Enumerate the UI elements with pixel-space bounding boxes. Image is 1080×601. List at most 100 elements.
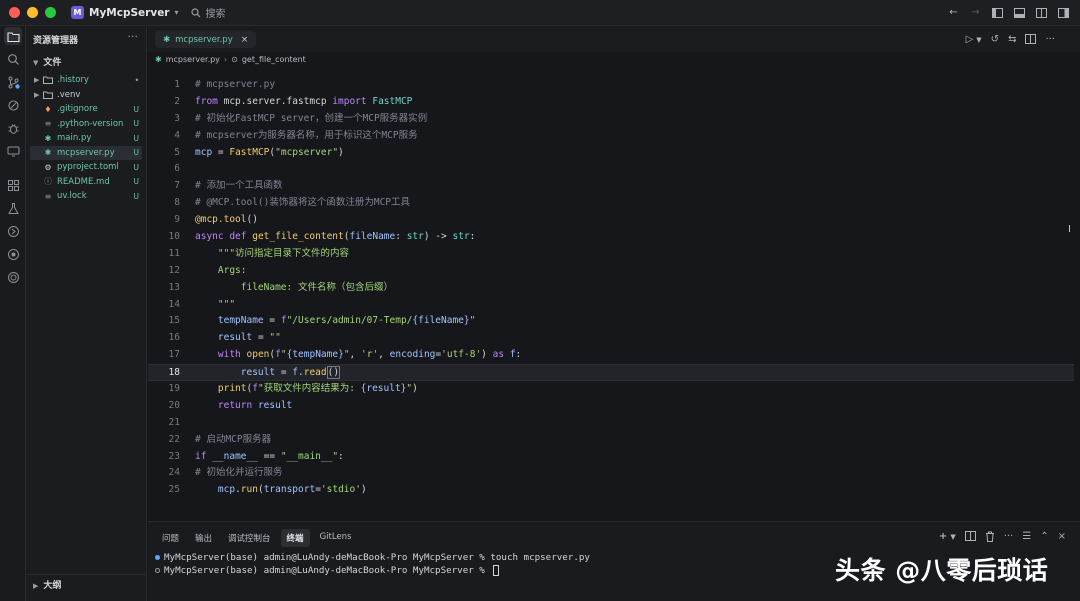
outline-section-header[interactable]: ▶ 大纲	[33, 578, 61, 591]
debug-icon[interactable]	[4, 119, 22, 137]
file-item-gitignore[interactable]: ♦ .gitignore U	[30, 102, 142, 116]
panel-layout-icon[interactable]: ☰	[1022, 531, 1031, 545]
toggle-sidebar-icon[interactable]	[991, 6, 1004, 19]
docker-icon[interactable]	[4, 245, 22, 263]
git-status: U	[133, 104, 140, 114]
split-editor-icon[interactable]	[1025, 34, 1037, 47]
panel-actions: + ▼ ··· ☰ ⌃ ×	[939, 531, 1066, 545]
file-item-history[interactable]: ▶ .history •	[30, 73, 142, 87]
back-arrow-icon[interactable]: ←	[947, 6, 960, 19]
python-file-icon: ✱	[44, 133, 52, 143]
python-file-icon: ✱	[155, 55, 162, 64]
file-item-main-py[interactable]: ✱ main.py U	[30, 131, 142, 145]
ai-assistant-icon[interactable]	[4, 268, 22, 286]
chevron-right-icon: ▶	[34, 90, 40, 99]
minimize-window-button[interactable]	[27, 7, 38, 18]
testing-flask-icon[interactable]	[4, 199, 22, 217]
tab-debug-console[interactable]: 调试控制台	[222, 529, 277, 547]
close-icon[interactable]: ×	[241, 35, 249, 45]
code-line: 21	[168, 416, 180, 428]
file-name: .venv	[57, 89, 81, 100]
file-name: .gitignore	[57, 104, 98, 114]
code-line: 6	[174, 163, 180, 175]
code-line: 22 # 启动MCP服务器	[168, 433, 272, 445]
source-control-icon[interactable]	[4, 73, 22, 91]
toggle-secondary-sidebar-icon[interactable]	[1035, 6, 1048, 19]
editor-actions: ▷ ▼ ↺ ⇆ ···	[966, 34, 1055, 47]
git-status: U	[133, 133, 140, 143]
chevron-right-icon: ▶	[34, 76, 40, 84]
timeline-icon[interactable]	[4, 222, 22, 240]
breadcrumb-file[interactable]: mcpserver.py	[166, 55, 220, 64]
search-icon	[190, 7, 200, 17]
file-item-mcpserver-py[interactable]: ✱ mcpserver.py U	[30, 145, 142, 160]
chevron-down-icon[interactable]: ▾	[175, 8, 179, 17]
gitlens-icon[interactable]	[4, 96, 22, 114]
new-terminal-icon[interactable]: +	[939, 531, 947, 545]
terminal-cursor	[493, 565, 500, 576]
run-icon[interactable]: ▷	[966, 34, 974, 47]
tab-problems[interactable]: 问题	[156, 529, 185, 547]
gear-icon: ⚙	[44, 162, 52, 172]
forward-arrow-icon[interactable]: →	[969, 6, 982, 19]
customize-layout-icon[interactable]	[1057, 6, 1070, 19]
more-actions-icon[interactable]: ···	[1045, 34, 1055, 47]
tab-terminal[interactable]: 终端	[280, 529, 310, 547]
more-actions-icon[interactable]: ···	[1004, 531, 1014, 545]
chevron-down-icon[interactable]: ▼	[950, 533, 955, 545]
chevron-down-icon[interactable]: ▼	[976, 36, 981, 47]
file-item-pyproject[interactable]: ⚙ pyproject.toml U	[30, 160, 142, 174]
git-status: U	[133, 191, 140, 201]
file-item-readme[interactable]: ⓘ README.md U	[30, 175, 142, 189]
more-actions-icon[interactable]: ···	[128, 30, 139, 43]
watermark: 头条 @八零后琐话	[835, 556, 1049, 585]
close-window-button[interactable]	[9, 7, 20, 18]
history-icon[interactable]: ↺	[991, 34, 999, 47]
function-icon: ⊙	[231, 55, 238, 64]
split-terminal-icon[interactable]	[964, 531, 976, 545]
code-editor[interactable]: 1 # mcpserver.py 2 from mcp.server.fastmcp…	[148, 77, 1080, 499]
title-actions: ← →	[947, 6, 1070, 19]
tab-output[interactable]: 输出	[189, 529, 218, 547]
file-item-venv[interactable]: ▶ .venv	[30, 88, 142, 102]
maximize-window-button[interactable]	[45, 7, 56, 18]
explorer-icon[interactable]	[4, 27, 22, 45]
file-item-python-version[interactable]: ≡ .python-version U	[30, 117, 142, 131]
close-panel-icon[interactable]: ×	[1058, 531, 1066, 545]
code-line: 14 """	[168, 298, 236, 310]
file-name: main.py	[57, 133, 92, 143]
file-name: .history	[57, 75, 89, 85]
command-search[interactable]: 搜索	[190, 5, 226, 20]
files-section-header[interactable]: ▼ 文件	[33, 55, 61, 68]
file-item-uv-lock[interactable]: ≡ uv.lock U	[30, 189, 142, 203]
code-line: 16 result = ""	[168, 332, 281, 344]
code-line: 17 with open(f"{tempName}", 'r', encodin…	[168, 349, 522, 361]
editor-tab-bar: ✱ mcpserver.py × ▷ ▼ ↺ ⇆ ···	[148, 26, 1080, 52]
tab-gitlens[interactable]: GitLens	[314, 529, 358, 547]
trash-icon[interactable]	[985, 531, 995, 545]
extensions-icon[interactable]	[4, 176, 22, 194]
code-line: 4 # mcpserver为服务器名称，用于标识这个MCP服务	[174, 129, 418, 141]
compare-icon[interactable]: ⇆	[1008, 34, 1016, 47]
divider	[26, 574, 147, 575]
toggle-panel-icon[interactable]	[1013, 6, 1026, 19]
file-name: pyproject.toml	[57, 162, 119, 172]
breadcrumb: ✱ mcpserver.py › ⊙ get_file_content	[155, 55, 306, 64]
file-name: .python-version	[57, 118, 124, 129]
remote-explorer-icon[interactable]	[4, 142, 22, 160]
maximize-panel-icon[interactable]: ⌃	[1040, 531, 1048, 545]
tab-mcpserver-py[interactable]: ✱ mcpserver.py ×	[155, 31, 257, 48]
code-line: 15 tempName = f"/Users/admin/07-Temp/{fi…	[168, 315, 476, 327]
command-success-icon	[155, 555, 160, 560]
info-icon: ⓘ	[44, 177, 52, 186]
git-status: U	[133, 177, 140, 186]
terminal-output[interactable]: MyMcpServer(base) admin@LuAndy-deMacBook…	[155, 551, 590, 577]
file-name: mcpserver.py	[57, 147, 115, 158]
project-name[interactable]: MyMcpServer	[89, 7, 170, 19]
code-line: 20 return result	[168, 399, 293, 411]
code-line: 3 # 初始化FastMCP server，创建一个MCP服务器实例	[174, 112, 428, 124]
code-line: 12 Args:	[168, 264, 247, 276]
code-line: 10 async def get_file_content(fileName: s…	[168, 231, 476, 243]
search-icon[interactable]	[4, 50, 22, 68]
breadcrumb-symbol[interactable]: get_file_content	[242, 55, 306, 64]
